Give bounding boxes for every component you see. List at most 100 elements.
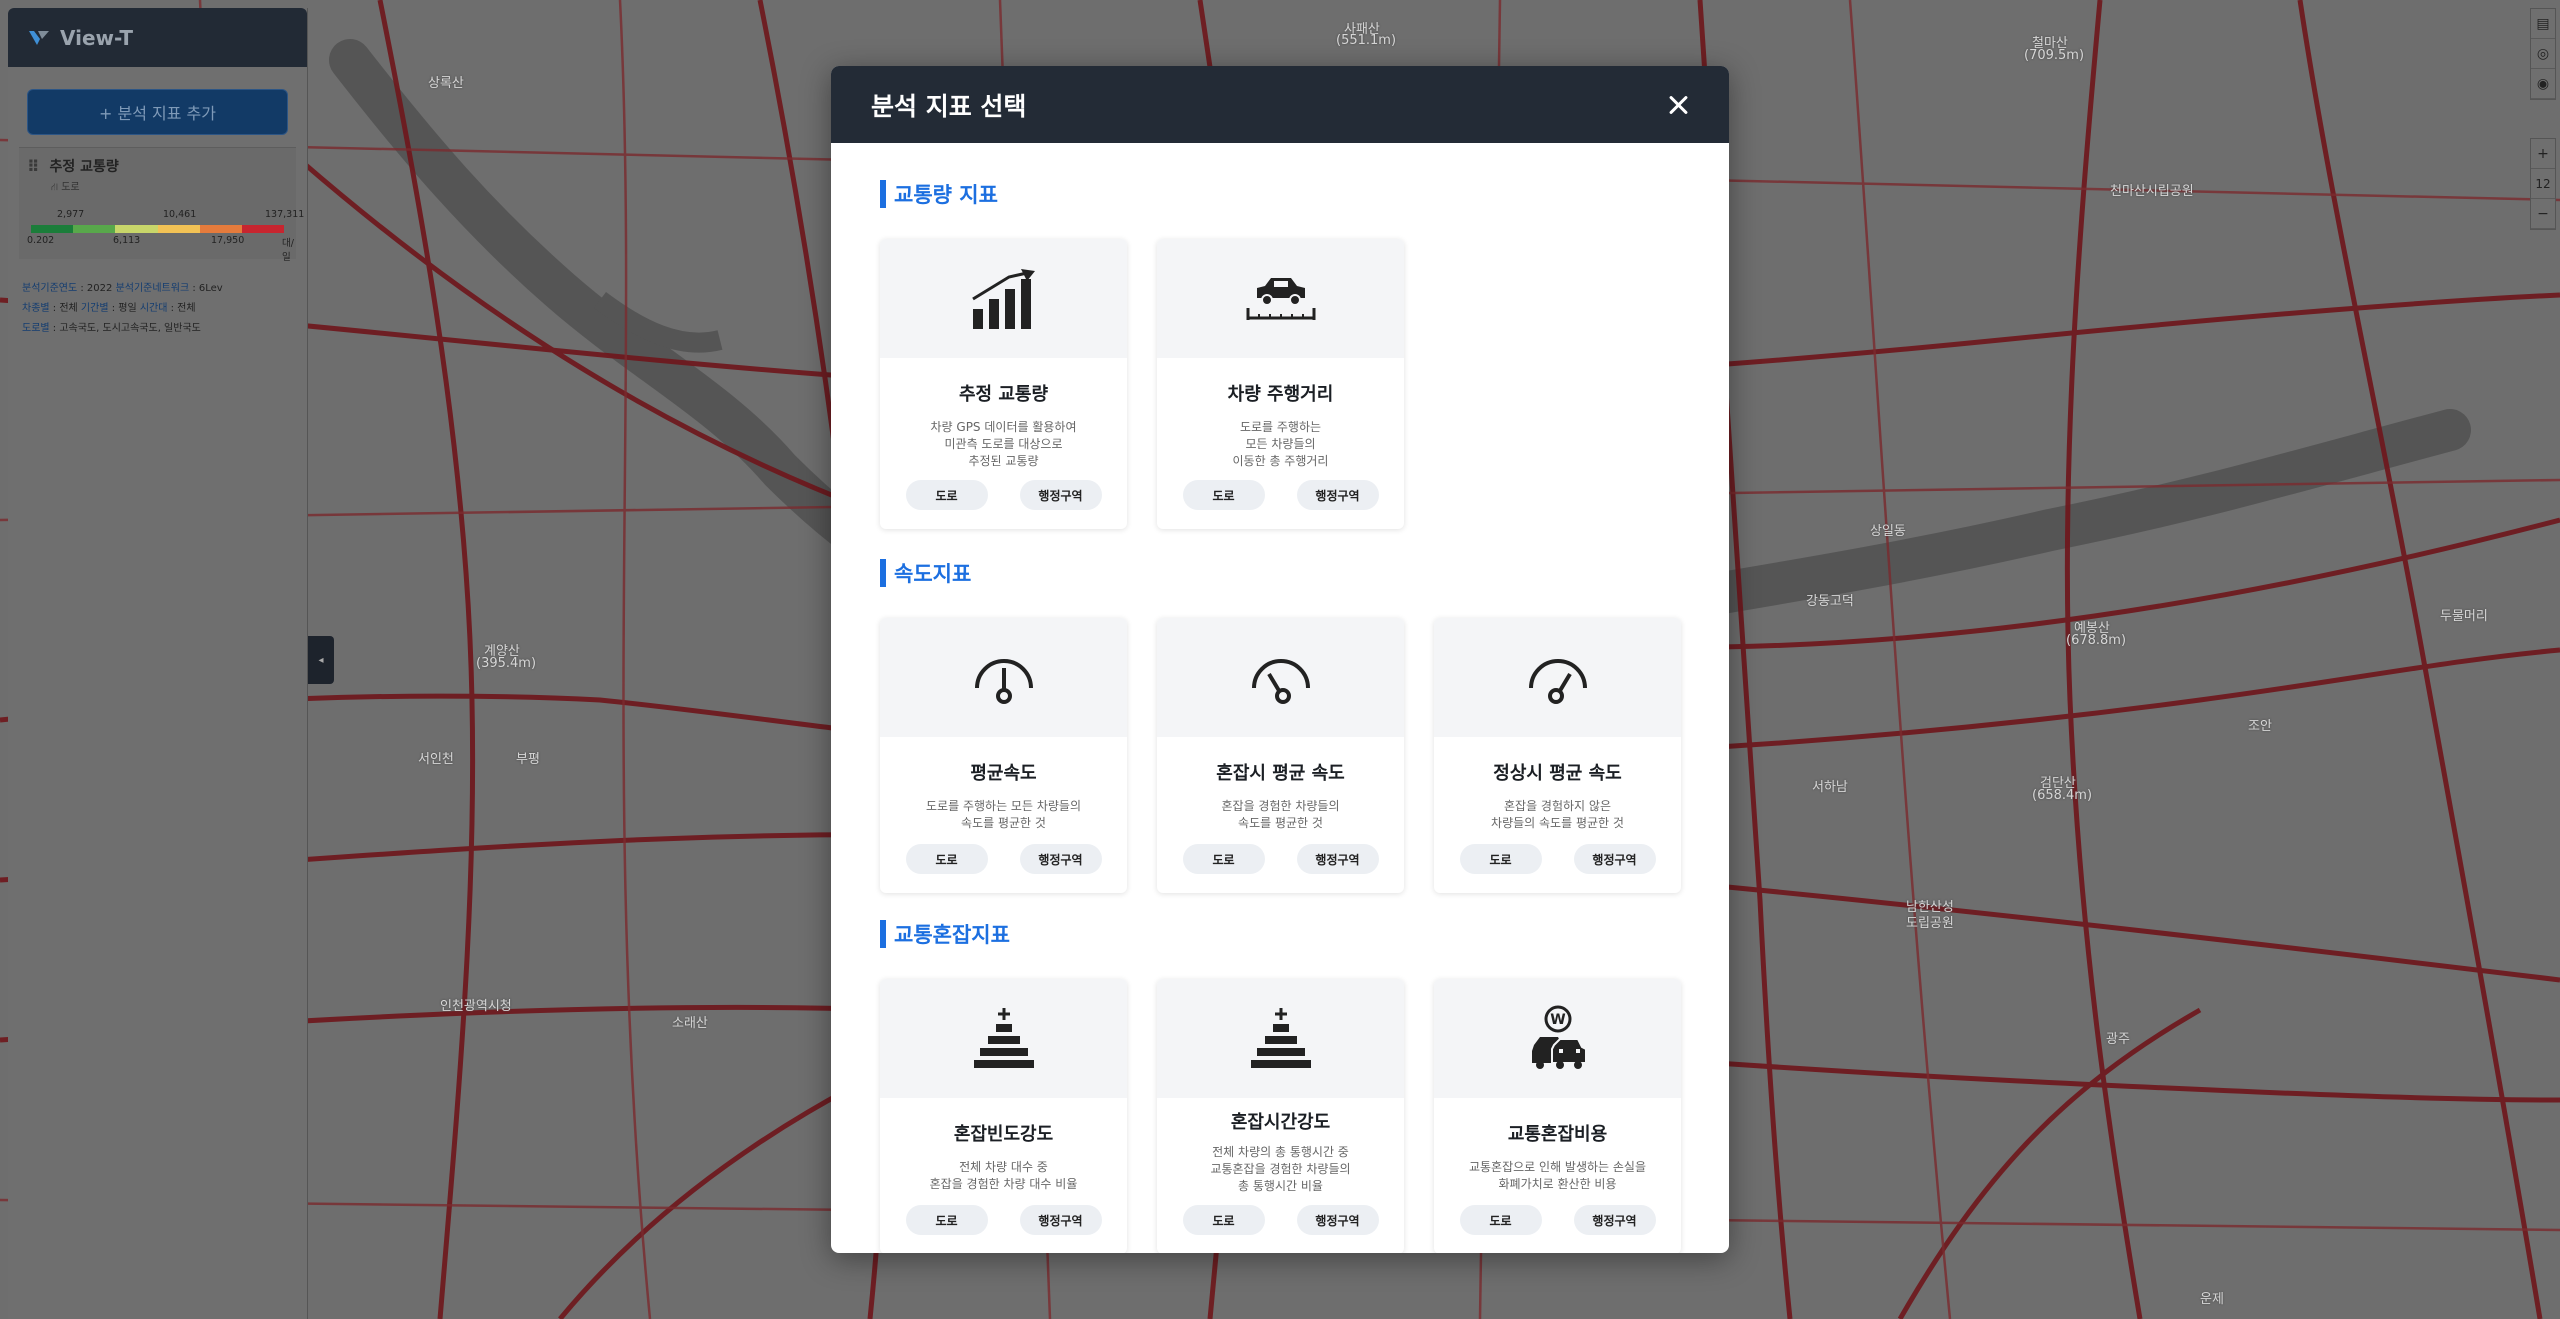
section-congestion: 교통혼잡지표 혼잡빈도강도 전체 차량 대수 중 혼잡을 경험한 차량 대수 비…: [880, 919, 1681, 1253]
section-traffic-volume: 교통량 지표 추정 교통량 차량 GPS 데이터를 활용하여 미관측 도로를 대…: [880, 179, 1404, 529]
indicator-card[interactable]: 추정 교통량 차량 GPS 데이터를 활용하여 미관측 도로를 대상으로 추정된…: [880, 239, 1127, 529]
cost-car-icon: W: [1531, 1005, 1587, 1069]
map-label: 광주: [2106, 1032, 2130, 1047]
district-button[interactable]: 행정구역: [1573, 1205, 1656, 1235]
map-label: 천마산시립공원: [2110, 184, 2194, 199]
layer-subtitle: ⛙ 도로: [51, 182, 80, 193]
gauge-mid-icon: [974, 658, 1033, 704]
indicator-card[interactable]: 혼잡시간강도 전체 차량의 총 통행시간 중 교통혼잡을 경험한 차량들의 총 …: [1157, 979, 1404, 1253]
legend-bottom-values: 0.202 6,113 17,950 대/일: [27, 235, 294, 263]
zoom-out-button[interactable]: −: [2531, 199, 2555, 229]
map-label: (551.1m): [1336, 33, 1397, 48]
pyramid-icon: [973, 1007, 1034, 1068]
logo-icon: [29, 30, 49, 45]
road-icon: ⛙: [51, 182, 59, 193]
card-description: 전체 차량 대수 중 혼잡을 경험한 차량 대수 비율: [929, 1160, 1078, 1191]
filter-summary: 분석기준연도 : 2022 분석기준네트워크 : 6Lev 차종별 : 전체 기…: [22, 279, 293, 339]
card-description: 혼잡을 경험한 차량들의 속도를 평균한 것: [1221, 799, 1340, 830]
modal-header: 분석 지표 선택: [831, 66, 1729, 143]
zoom-controls: + 12 −: [2530, 138, 2556, 230]
district-button[interactable]: 행정구역: [1019, 480, 1102, 510]
drag-handle-icon[interactable]: ⠿: [27, 157, 40, 176]
filter-row: 차종별 : 전체 기간별 : 평일 시간대 : 전체: [22, 303, 196, 314]
svg-text:W: W: [1550, 1012, 1565, 1028]
legend-color-bar: [31, 225, 285, 233]
map-label: 상록산: [428, 76, 464, 91]
indicator-card[interactable]: 차량 주행거리 도로를 주행하는 모든 차량들의 이동한 총 주행거리 도로 행…: [1157, 239, 1404, 529]
section-speed: 속도지표 평균속도 도로를 주행하는 모든 차량들의 속도를 평균한 것 도로 …: [880, 558, 1681, 893]
indicator-card[interactable]: 평균속도 도로를 주행하는 모든 차량들의 속도를 평균한 것 도로 행정구역: [880, 618, 1127, 893]
map-label: 조안: [2248, 719, 2272, 734]
card-title: 정상시 평균 속도: [1493, 763, 1622, 784]
indicator-card[interactable]: 혼잡빈도강도 전체 차량 대수 중 혼잡을 경험한 차량 대수 비율 도로 행정…: [880, 979, 1127, 1253]
map-label: 소래산: [672, 1016, 708, 1031]
sidebar: View-T + 분석 지표 추가 ⠿ 추정 교통량 ⛙ 도로 2,977 10…: [8, 8, 308, 1319]
road-button[interactable]: 도로: [905, 844, 988, 874]
map-label: 두물머리: [2440, 609, 2488, 624]
card-description: 전체 차량의 총 통행시간 중 교통혼잡을 경험한 차량들의 총 통행시간 비율: [1210, 1145, 1351, 1193]
chart-growth-icon: [971, 268, 1035, 329]
district-button[interactable]: 행정구역: [1296, 844, 1379, 874]
road-button[interactable]: 도로: [1182, 480, 1265, 510]
map-label: (709.5m): [2024, 48, 2085, 63]
map-label: 서인천: [418, 752, 454, 767]
map-label: 부평: [516, 752, 540, 767]
sidebar-collapse-button[interactable]: ◂: [308, 636, 334, 684]
indicator-card[interactable]: 정상시 평균 속도 혼잡을 경험하지 않은 차량들의 속도를 평균한 것 도로 …: [1434, 618, 1681, 893]
card-description: 혼잡을 경험하지 않은 차량들의 속도를 평균한 것: [1491, 799, 1624, 830]
road-button[interactable]: 도로: [905, 480, 988, 510]
card-description: 차량 GPS 데이터를 활용하여 미관측 도로를 대상으로 추정된 교통량: [930, 420, 1077, 468]
section-title: 교통혼잡지표: [880, 919, 1681, 949]
indicator-card[interactable]: W 교통혼잡비용 교통혼잡으로 인해 발생하는 손실을 화폐가치로 환산한 비용…: [1434, 979, 1681, 1253]
indicator-select-modal: 분석 지표 선택 교통량 지표 추정 교통량 차량 GPS 데이터를 활용하여 …: [831, 66, 1729, 1253]
card-title: 평균속도: [970, 763, 1037, 784]
card-title: 추정 교통량: [958, 384, 1049, 405]
pyramid-icon: [1250, 1007, 1311, 1068]
road-button[interactable]: 도로: [1182, 844, 1265, 874]
indicator-card[interactable]: 혼잡시 평균 속도 혼잡을 경험한 차량들의 속도를 평균한 것 도로 행정구역: [1157, 618, 1404, 893]
road-button[interactable]: 도로: [1182, 1205, 1265, 1235]
section-title: 교통량 지표: [880, 179, 1404, 209]
road-button[interactable]: 도로: [905, 1205, 988, 1235]
legend-top-values: 2,977 10,461 137,311: [57, 209, 305, 220]
map-label: 도립공원: [1906, 916, 1954, 931]
map-label: 운제: [2200, 1292, 2224, 1307]
section-title: 속도지표: [880, 558, 1681, 588]
map-label: (658.4m): [2032, 788, 2093, 803]
globe-icon[interactable]: ◎: [2531, 39, 2555, 69]
card-description: 도로를 주행하는 모든 차량들의 속도를 평균한 것: [926, 799, 1081, 830]
district-button[interactable]: 행정구역: [1573, 844, 1656, 874]
filter-row: 도로별 : 고속국도, 도시고속국도, 일반국도: [22, 323, 201, 334]
map-label: 상일동: [1870, 524, 1906, 539]
traffic-icon[interactable]: ▤: [2531, 9, 2555, 39]
filter-row: 분석기준연도 : 2022 분석기준네트워크 : 6Lev: [22, 283, 223, 294]
card-title: 혼잡시 평균 속도: [1216, 763, 1345, 784]
card-title: 교통혼잡비용: [1507, 1124, 1608, 1145]
app-title: View-T: [60, 25, 134, 50]
zoom-in-button[interactable]: +: [2531, 139, 2555, 169]
add-indicator-button[interactable]: + 분석 지표 추가: [27, 89, 288, 135]
district-button[interactable]: 행정구역: [1019, 844, 1102, 874]
card-title: 혼잡시간강도: [1230, 1112, 1331, 1133]
road-button[interactable]: 도로: [1459, 844, 1542, 874]
road-button[interactable]: 도로: [1459, 1205, 1542, 1235]
layer-card[interactable]: ⠿ 추정 교통량 ⛙ 도로 2,977 10,461 137,311 0.202…: [19, 147, 305, 263]
map-label: 인천광역시청: [440, 999, 512, 1014]
gauge-low-icon: [1251, 658, 1310, 704]
gauge-high-icon: [1528, 658, 1587, 704]
flag-icon[interactable]: ◉: [2531, 69, 2555, 99]
zoom-level: 12: [2531, 169, 2555, 199]
modal-title: 분석 지표 선택: [871, 91, 1027, 121]
map-layer-controls: ▤ ◎ ◉: [2530, 8, 2556, 100]
map-label: 강동고덕: [1806, 594, 1854, 609]
card-description: 도로를 주행하는 모든 차량들의 이동한 총 주행거리: [1232, 420, 1329, 468]
card-description: 교통혼잡으로 인해 발생하는 손실을 화폐가치로 환산한 비용: [1468, 1160, 1647, 1191]
close-icon[interactable]: [1663, 90, 1693, 120]
card-title: 차량 주행거리: [1227, 384, 1334, 405]
card-title: 혼잡빈도강도: [953, 1124, 1054, 1145]
district-button[interactable]: 행정구역: [1296, 480, 1379, 510]
district-button[interactable]: 행정구역: [1019, 1205, 1102, 1235]
district-button[interactable]: 행정구역: [1296, 1205, 1379, 1235]
sidebar-header: View-T: [8, 8, 307, 67]
layer-title: 추정 교통량: [49, 159, 119, 175]
